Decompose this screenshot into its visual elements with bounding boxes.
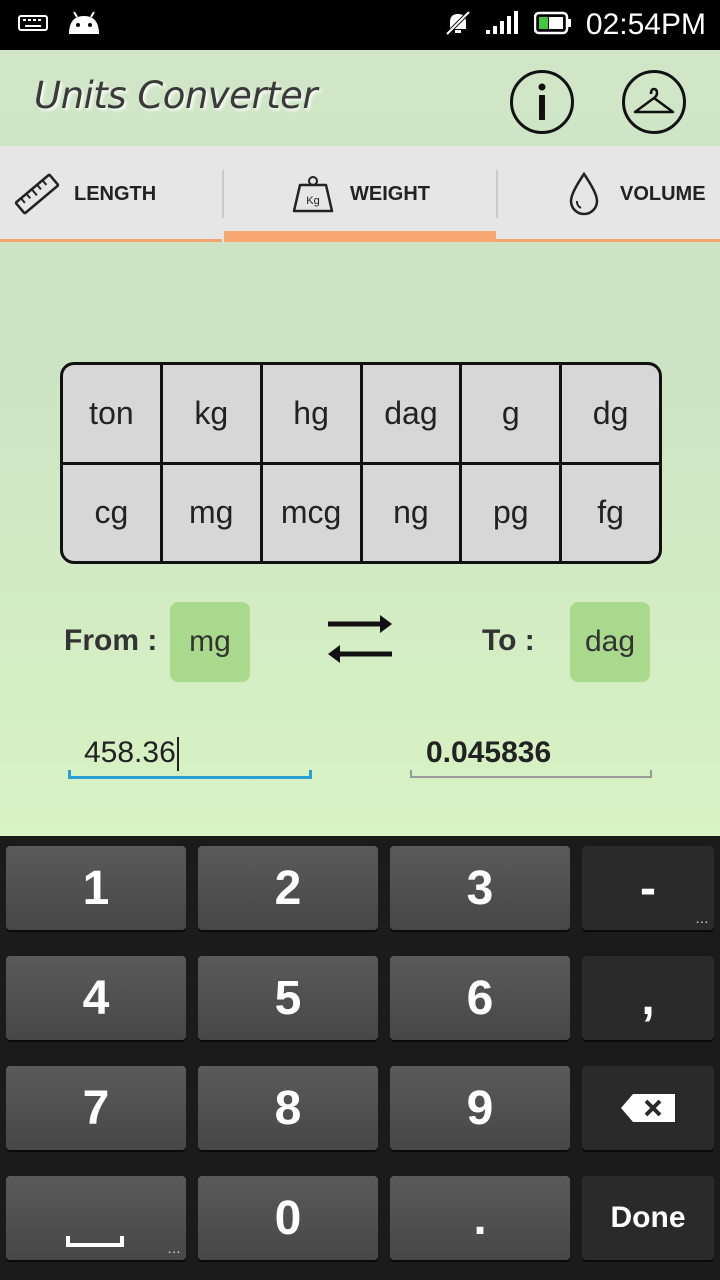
key-6[interactable]: 6 (390, 956, 570, 1040)
svg-text:Kg: Kg (306, 195, 319, 207)
result-value-field[interactable]: 0.045836 (410, 732, 652, 778)
tab-weight[interactable]: Kg WEIGHT (292, 146, 430, 242)
key-minus[interactable]: -… (582, 846, 714, 930)
category-tabs: LENGTH Kg WEIGHT VOLUME (0, 146, 720, 242)
unit-cell[interactable]: mg (162, 464, 260, 561)
keyboard-icon (18, 13, 48, 37)
hanger-icon (633, 87, 675, 114)
key-9[interactable]: 9 (390, 1066, 570, 1150)
ruler-icon (14, 173, 60, 215)
signal-icon (485, 10, 520, 40)
to-label: To : (482, 624, 535, 657)
app-content: Units Converter LENGTH Kg WEIGHT VOLUME … (0, 50, 720, 836)
tab-length-label: LENGTH (74, 182, 157, 205)
key-4[interactable]: 4 (6, 956, 186, 1040)
key-comma[interactable]: , (582, 956, 714, 1040)
weight-icon: Kg (292, 176, 334, 213)
battery-icon (533, 11, 572, 39)
backspace-key[interactable] (582, 1066, 714, 1150)
unit-cell[interactable]: pg (462, 464, 560, 561)
swap-arrows-icon (328, 615, 392, 663)
key-3[interactable]: 3 (390, 846, 570, 930)
hanger-button[interactable] (622, 70, 686, 134)
status-time: 02:54PM (585, 8, 706, 41)
tab-volume[interactable]: VOLUME (566, 146, 706, 242)
more-dots-icon: … (695, 910, 709, 926)
tab-length[interactable]: LENGTH (14, 146, 156, 242)
tab-underline (0, 239, 222, 242)
key-1[interactable]: 1 (6, 846, 186, 930)
key-7[interactable]: 7 (6, 1066, 186, 1150)
unit-grid: ton kg hg dag g dg cg mg mcg ng pg fg (60, 362, 662, 564)
info-button[interactable] (510, 70, 574, 134)
numeric-keyboard: 1 2 3 -… 4 5 6 , 7 8 9 … 0 . Done (0, 836, 720, 1280)
key-5[interactable]: 5 (198, 956, 378, 1040)
unit-cell[interactable]: g (462, 365, 560, 462)
key-period[interactable]: . (390, 1176, 570, 1260)
tab-divider (496, 170, 498, 218)
info-icon (538, 83, 546, 120)
unit-cell[interactable]: hg (262, 365, 360, 462)
from-unit-chip[interactable]: mg (170, 602, 250, 682)
backspace-icon (621, 1094, 675, 1122)
unit-cell[interactable]: ng (362, 464, 460, 561)
key-8[interactable]: 8 (198, 1066, 378, 1150)
space-key[interactable]: … (6, 1176, 186, 1260)
tab-volume-label: VOLUME (620, 182, 706, 205)
title-bar: Units Converter (0, 50, 720, 146)
from-value-input[interactable]: 458.36 (68, 732, 312, 779)
unit-cell[interactable]: kg (162, 365, 260, 462)
mute-icon (444, 9, 472, 41)
result-value-text: 0.045836 (426, 736, 552, 769)
key-2[interactable]: 2 (198, 846, 378, 930)
key-0[interactable]: 0 (198, 1176, 378, 1260)
key-minus-label: - (640, 861, 656, 915)
unit-cell[interactable]: ton (63, 365, 160, 462)
android-icon (66, 10, 102, 40)
status-bar: 02:54PM (0, 0, 720, 50)
tab-underline (496, 239, 720, 242)
from-label: From : (64, 624, 158, 657)
text-caret (176, 737, 179, 772)
unit-cell[interactable]: dag (362, 365, 460, 462)
app-title: Units Converter (34, 74, 318, 117)
from-value-text: 458.36 (84, 736, 176, 769)
unit-cell[interactable]: fg (562, 464, 659, 561)
unit-cell[interactable]: dg (562, 365, 659, 462)
tab-divider (222, 170, 224, 218)
active-tab-indicator (224, 231, 496, 242)
swap-units-button[interactable] (326, 612, 394, 668)
to-unit-chip[interactable]: dag (570, 602, 650, 682)
unit-cell[interactable]: cg (63, 464, 160, 561)
tab-weight-label: WEIGHT (350, 182, 430, 205)
more-dots-icon: … (167, 1240, 181, 1256)
space-bar-icon (66, 1236, 124, 1247)
done-key[interactable]: Done (582, 1176, 714, 1260)
unit-cell[interactable]: mcg (262, 464, 360, 561)
drop-icon (569, 171, 599, 216)
